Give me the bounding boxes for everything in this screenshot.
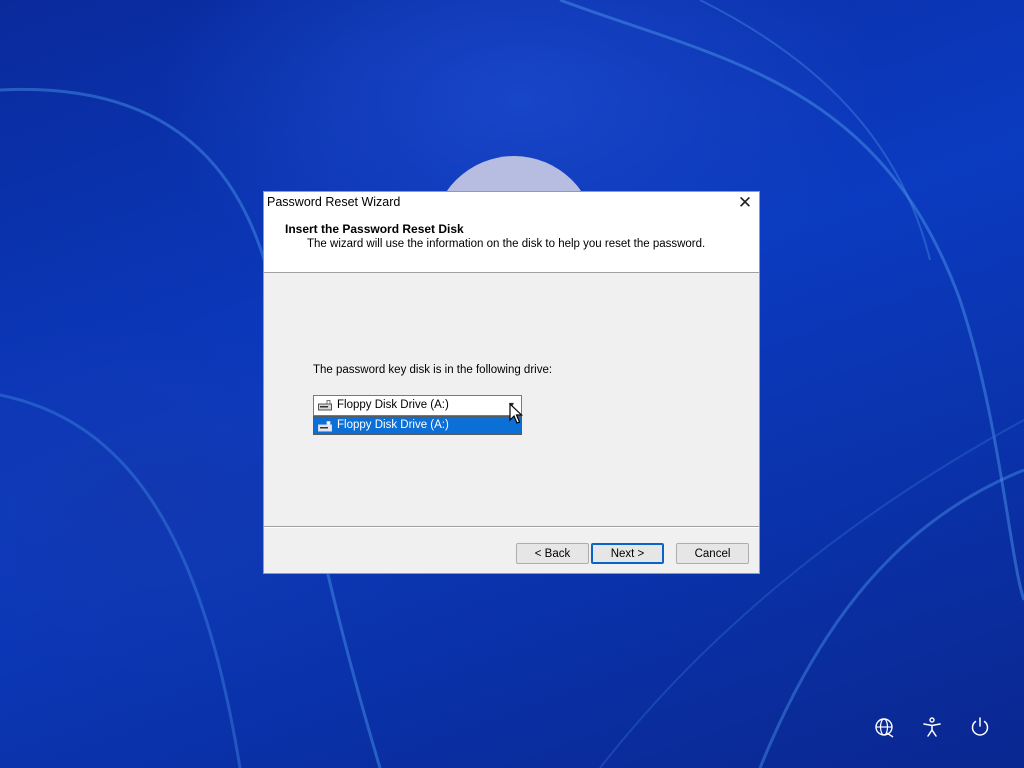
- wizard-step-description: The wizard will use the information on t…: [307, 238, 706, 250]
- accessibility-icon[interactable]: [921, 716, 943, 738]
- wizard-header: Insert the Password Reset Disk The wizar…: [264, 214, 759, 273]
- floppy-drive-icon: [318, 400, 332, 411]
- cancel-button[interactable]: Cancel: [676, 543, 749, 564]
- next-button[interactable]: Next >: [591, 543, 664, 564]
- power-icon[interactable]: [969, 716, 991, 738]
- title-bar: Password Reset Wizard ✕: [264, 192, 759, 214]
- network-icon[interactable]: [873, 716, 895, 738]
- drive-option-floppy-a[interactable]: Floppy Disk Drive (A:): [313, 416, 522, 435]
- wizard-step-title: Insert the Password Reset Disk: [285, 222, 464, 236]
- drive-select-label: The password key disk is in the followin…: [313, 364, 553, 376]
- password-reset-wizard-dialog: Password Reset Wizard ✕ Insert the Passw…: [263, 191, 760, 574]
- back-button[interactable]: < Back: [516, 543, 589, 564]
- drive-select[interactable]: Floppy Disk Drive (A:) ▾: [313, 395, 522, 416]
- drive-option-label: Floppy Disk Drive (A:): [337, 419, 449, 431]
- dialog-title: Password Reset Wizard: [267, 195, 401, 209]
- drive-select-value: Floppy Disk Drive (A:): [337, 399, 449, 411]
- floppy-drive-icon: [318, 421, 332, 432]
- close-icon[interactable]: ✕: [735, 193, 755, 213]
- mouse-pointer-icon: [509, 403, 523, 424]
- footer-divider: [264, 526, 759, 528]
